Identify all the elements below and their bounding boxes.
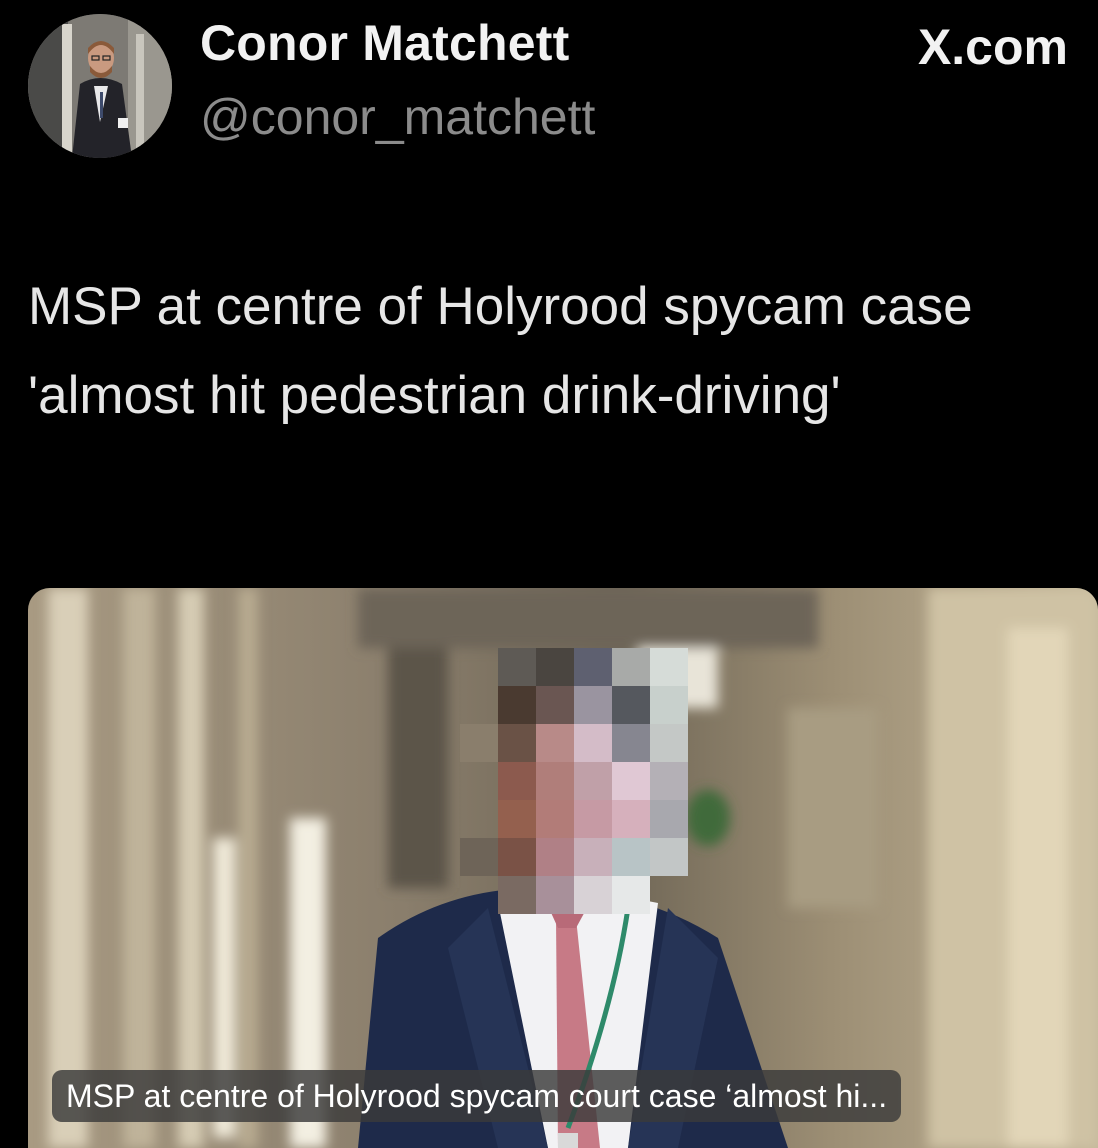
author-display-name[interactable]: Conor Matchett: [200, 14, 569, 72]
author-avatar[interactable]: [28, 14, 172, 158]
brand-label: X.com: [917, 19, 1068, 75]
link-card[interactable]: [28, 588, 1098, 1148]
tweet-text: MSP at centre of Holyrood spycam case 'a…: [28, 277, 973, 425]
card-photo-icon: [28, 588, 1098, 1148]
author-handle[interactable]: @conor_matchett: [200, 88, 595, 146]
link-card-caption[interactable]: MSP at centre of Holyrood spycam court c…: [52, 1070, 902, 1122]
avatar-photo-icon: [28, 14, 172, 158]
